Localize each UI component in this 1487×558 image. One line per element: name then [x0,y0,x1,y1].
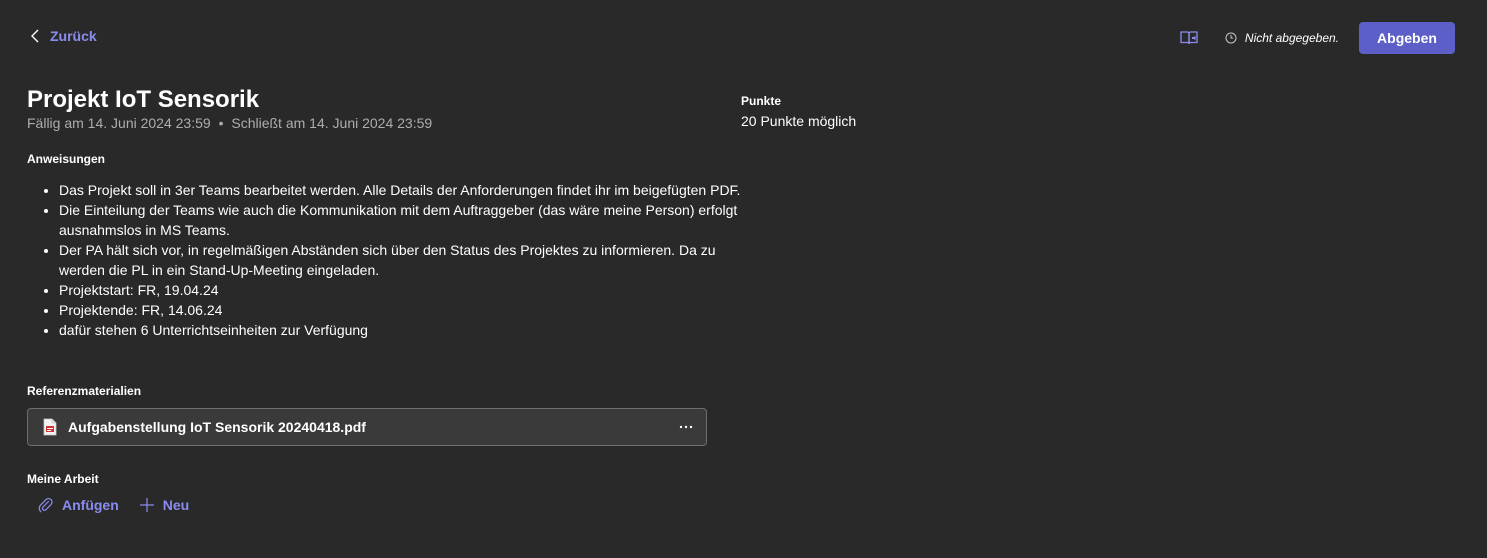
assignment-page: Zurück Nicht abgegeben. Abgeben Projekt … [0,0,1487,558]
assignment-title: Projekt IoT Sensorik [27,86,260,113]
back-button[interactable]: Zurück [30,28,97,44]
back-label: Zurück [50,28,97,44]
my-work-actions: Anfügen Neu [38,497,189,513]
status-text: Nicht abgegeben. [1244,31,1339,45]
separator: • [218,115,224,131]
paperclip-icon [38,497,53,513]
my-work-heading: Meine Arbeit [27,472,99,486]
pdf-file-icon [43,418,57,436]
plus-icon [139,498,154,512]
instruction-item: Projektende: FR, 14.06.24 [59,300,749,320]
chevron-left-icon [31,29,39,43]
reference-file-name: Aufgabenstellung IoT Sensorik 20240418.p… [68,419,366,435]
due-date: Fällig am 14. Juni 2024 23:59 [27,115,211,131]
reference-heading: Referenzmaterialien [27,384,142,398]
attach-label: Anfügen [62,497,119,513]
close-date: Schließt am 14. Juni 2024 23:59 [231,115,433,131]
attach-button[interactable]: Anfügen [38,497,119,513]
clock-icon [1225,32,1237,44]
new-button[interactable]: Neu [139,497,189,513]
new-label: Neu [162,497,190,513]
more-options-icon[interactable] [672,413,700,441]
instruction-item: Das Projekt soll in 3er Teams bearbeitet… [59,180,749,200]
instructions-heading: Anweisungen [27,152,106,166]
submit-button[interactable]: Abgeben [1359,22,1455,54]
points-heading: Punkte [741,94,782,108]
points-value: 20 Punkte möglich [741,113,857,129]
submission-status: Nicht abgegeben. [1225,31,1339,45]
header-actions: Nicht abgegeben. Abgeben [1179,22,1455,54]
reference-file-card[interactable]: Aufgabenstellung IoT Sensorik 20240418.p… [27,408,707,446]
instruction-item: Der PA hält sich vor, in regelmäßigen Ab… [59,240,749,280]
instruction-item: Die Einteilung der Teams wie auch die Ko… [59,200,749,240]
instruction-item: dafür stehen 6 Unterrichtseinheiten zur … [59,320,749,340]
instruction-item: Projektstart: FR, 19.04.24 [59,280,749,300]
due-dates: Fällig am 14. Juni 2024 23:59 • Schließt… [27,115,432,131]
instructions-list: Das Projekt soll in 3er Teams bearbeitet… [27,180,749,340]
immersive-reader-icon[interactable] [1179,28,1199,48]
